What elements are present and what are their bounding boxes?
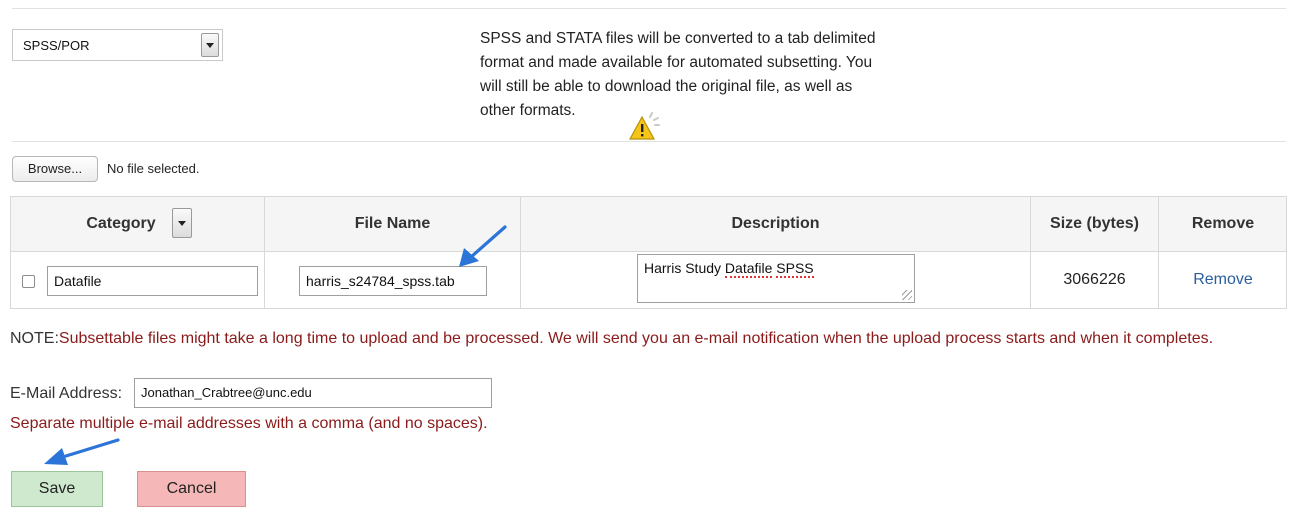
remove-link[interactable]: Remove (1159, 271, 1287, 289)
top-divider (12, 8, 1286, 9)
description-textarea[interactable]: Harris Study Datafile SPSS (637, 254, 915, 303)
header-size: Size (bytes) (1050, 215, 1139, 232)
note-text: Subsettable files might take a long time… (58, 330, 1214, 347)
file-size-value: 3066226 (1063, 271, 1126, 288)
email-label: E-Mail Address: (10, 385, 123, 402)
conversion-info-text: SPSS and STATA files will be converted t… (480, 30, 876, 119)
browse-button[interactable]: Browse... (12, 156, 98, 182)
warning-icon (628, 112, 660, 140)
category-chevron-down-icon[interactable] (172, 208, 192, 238)
header-remove: Remove (1191, 215, 1255, 232)
file-status-text: No file selected. (107, 161, 200, 176)
header-description: Description (731, 215, 820, 232)
note-lead: NOTE: (10, 330, 59, 347)
description-misspelled-word: Datafile (724, 260, 773, 278)
upload-table: Category File Name Description Size (byt… (10, 196, 1287, 309)
row-select-checkbox[interactable] (22, 275, 35, 288)
mid-divider (12, 141, 1286, 142)
description-misspelled-word: SPSS (776, 260, 814, 278)
resize-grip-icon[interactable] (902, 290, 912, 300)
format-select-value: SPSS/POR (23, 38, 90, 53)
format-select[interactable]: SPSS/POR (12, 29, 223, 61)
header-category: Category (86, 215, 156, 232)
description-text: Harris Study (644, 260, 725, 276)
arrow-pointer-icon (44, 438, 120, 465)
email-input[interactable]: Jonathan_Crabtree@unc.edu (134, 378, 492, 408)
category-input[interactable]: Datafile (47, 266, 258, 296)
email-hint: Separate multiple e-mail addresses with … (10, 415, 488, 432)
chevron-down-icon[interactable] (201, 33, 219, 57)
file-name-input[interactable]: harris_s24784_spss.tab (299, 266, 487, 296)
cancel-button[interactable]: Cancel (137, 471, 246, 507)
save-button[interactable]: Save (11, 471, 103, 507)
arrow-pointer-icon (459, 225, 507, 267)
upload-note: NOTE:Subsettable files might take a long… (10, 327, 1260, 351)
